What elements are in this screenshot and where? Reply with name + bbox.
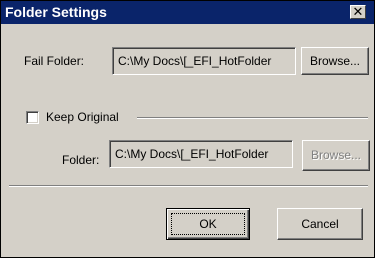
keep-original-checkbox[interactable] [26,111,39,124]
fail-folder-field[interactable]: C:\My Docs\[_EFI_HotFolder [112,47,296,75]
close-icon: ✕ [352,4,364,19]
keep-original-browse-button[interactable]: Browse... [302,140,370,171]
cancel-button[interactable]: Cancel [277,208,363,240]
group-divider [137,117,368,119]
keep-original-folder-path: C:\My Docs\[_EFI_HotFolder [115,147,269,161]
close-button[interactable]: ✕ [350,5,366,19]
fail-folder-label: Fail Folder: [24,54,85,68]
bottom-separator [9,185,368,187]
ok-button[interactable]: OK [166,208,250,240]
fail-folder-path: C:\My Docs\[_EFI_HotFolder [118,54,272,68]
cancel-button-label: Cancel [301,217,339,231]
fail-folder-browse-button[interactable]: Browse... [301,47,369,75]
keep-original-folder-field[interactable]: C:\My Docs\[_EFI_HotFolder [109,140,293,168]
dialog-title: Folder Settings [5,4,107,20]
ok-button-label: OK [199,217,217,231]
keep-original-browse-label: Browse... [310,148,361,162]
folder-settings-dialog: Folder Settings ✕ Fail Folder: C:\My Doc… [0,0,375,258]
keep-original-folder-label: Folder: [62,153,100,167]
keep-original-label[interactable]: Keep Original [46,110,119,124]
title-bar: Folder Settings ✕ [1,1,374,24]
fail-folder-browse-label: Browse... [309,54,360,68]
